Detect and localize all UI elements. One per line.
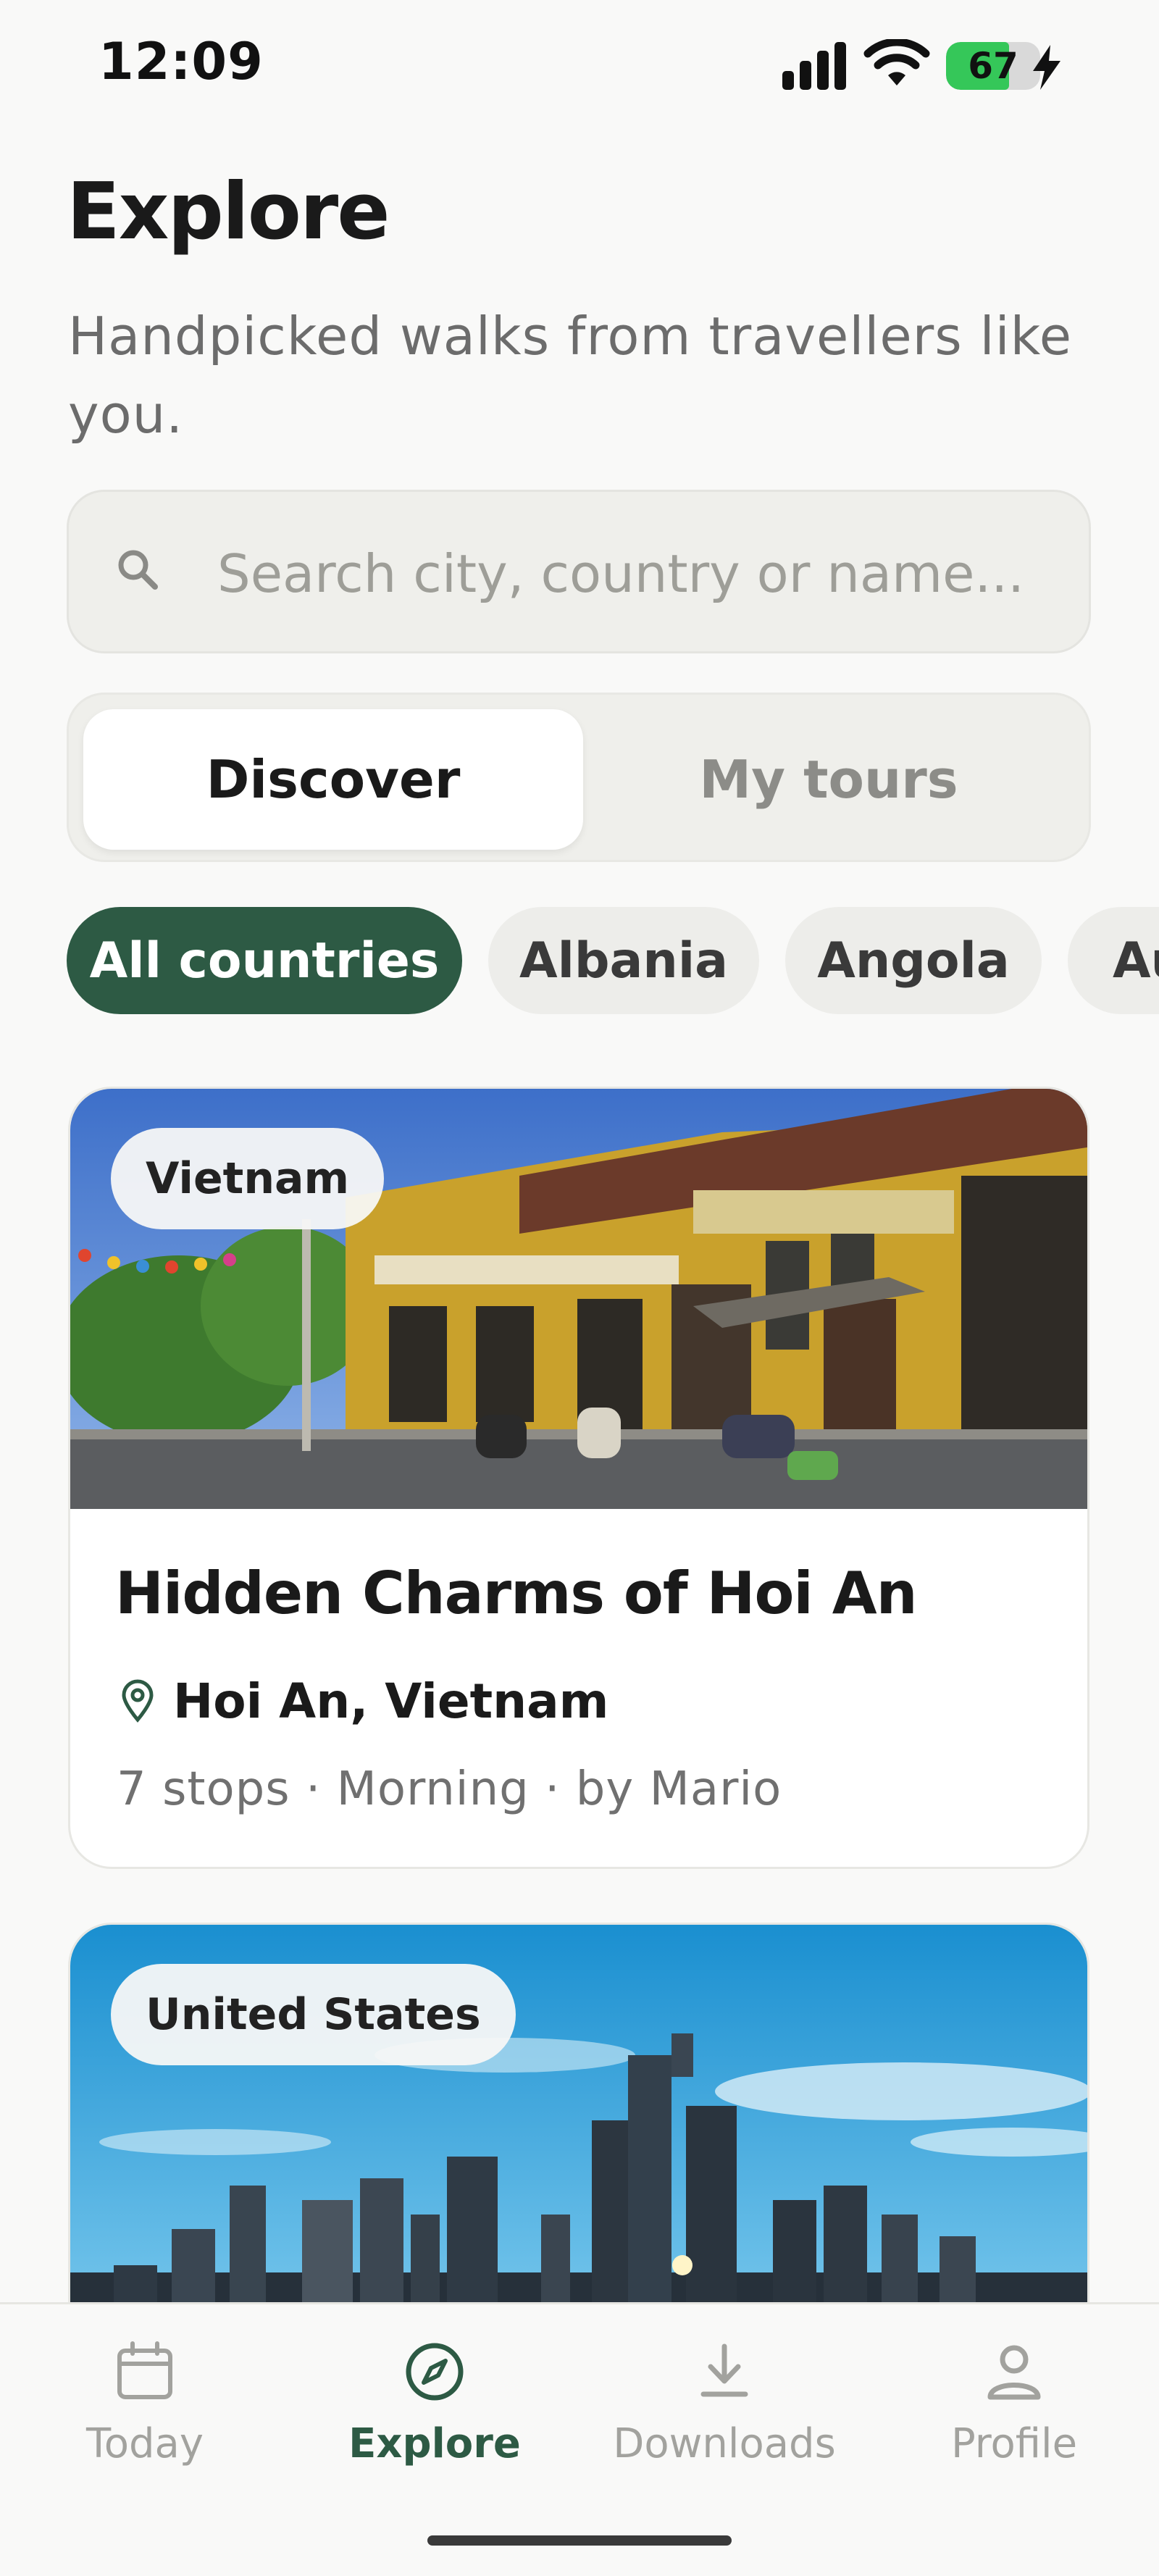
- country-badge: United States: [111, 1964, 516, 2065]
- nav-profile[interactable]: Profile: [884, 2339, 1145, 2498]
- search-input[interactable]: [217, 538, 1072, 610]
- status-time: 12:09: [99, 32, 264, 91]
- nav-label: Explore: [348, 2420, 521, 2467]
- search-icon: [118, 550, 158, 590]
- location-pin-icon: [122, 1679, 154, 1723]
- tour-image-hoi-an: Vietnam: [70, 1089, 1087, 1509]
- person-icon: [987, 2345, 1041, 2400]
- tour-location-label: Hoi An, Vietnam: [173, 1673, 609, 1729]
- chip-albania[interactable]: Albania: [488, 907, 759, 1014]
- nav-explore[interactable]: Explore: [304, 2339, 565, 2498]
- nav-label: Downloads: [613, 2420, 836, 2467]
- compass-icon: [406, 2343, 464, 2401]
- chip-angola[interactable]: Angola: [785, 907, 1042, 1014]
- calendar-icon: [117, 2341, 172, 2399]
- explore-screen: 12:09 67 Explore Handpicked walks from t…: [0, 0, 1159, 2576]
- chip-all-countries[interactable]: All countries: [67, 907, 462, 1014]
- tab-discover[interactable]: Discover: [83, 709, 583, 850]
- signal-icon: [782, 42, 848, 90]
- download-icon: [700, 2343, 748, 2397]
- country-badge: Vietnam: [111, 1128, 385, 1229]
- home-indicator[interactable]: [427, 2535, 732, 2546]
- tour-segment-control: Discover My tours: [67, 693, 1091, 862]
- chip-australia-partial[interactable]: Au: [1068, 907, 1159, 1014]
- nav-today[interactable]: Today: [14, 2339, 275, 2498]
- tab-my-tours[interactable]: My tours: [579, 709, 1079, 850]
- page-subtitle: Handpicked walks from travellers like yo…: [68, 306, 1073, 445]
- nav-downloads[interactable]: Downloads: [594, 2339, 855, 2498]
- nav-label: Today: [86, 2420, 204, 2467]
- country-filter-chips: All countries Albania Angola Au: [67, 907, 1159, 1016]
- battery-percent: 67: [968, 45, 1018, 87]
- page-title: Explore: [67, 167, 390, 257]
- battery-icon: 67: [946, 42, 1040, 90]
- tour-location: Hoi An, Vietnam: [120, 1668, 608, 1734]
- nav-label: Profile: [950, 2420, 1078, 2467]
- tour-card[interactable]: Vietnam Hidden Charms of Hoi An Hoi An, …: [68, 1087, 1089, 1869]
- tour-title: Hidden Charms of Hoi An: [115, 1560, 918, 1627]
- tour-meta: 7 stops · Morning · by Mario: [117, 1762, 782, 1816]
- bolt-icon: [1033, 45, 1060, 90]
- wifi-icon: [863, 39, 930, 85]
- status-bar: 12:09 67: [0, 0, 1159, 130]
